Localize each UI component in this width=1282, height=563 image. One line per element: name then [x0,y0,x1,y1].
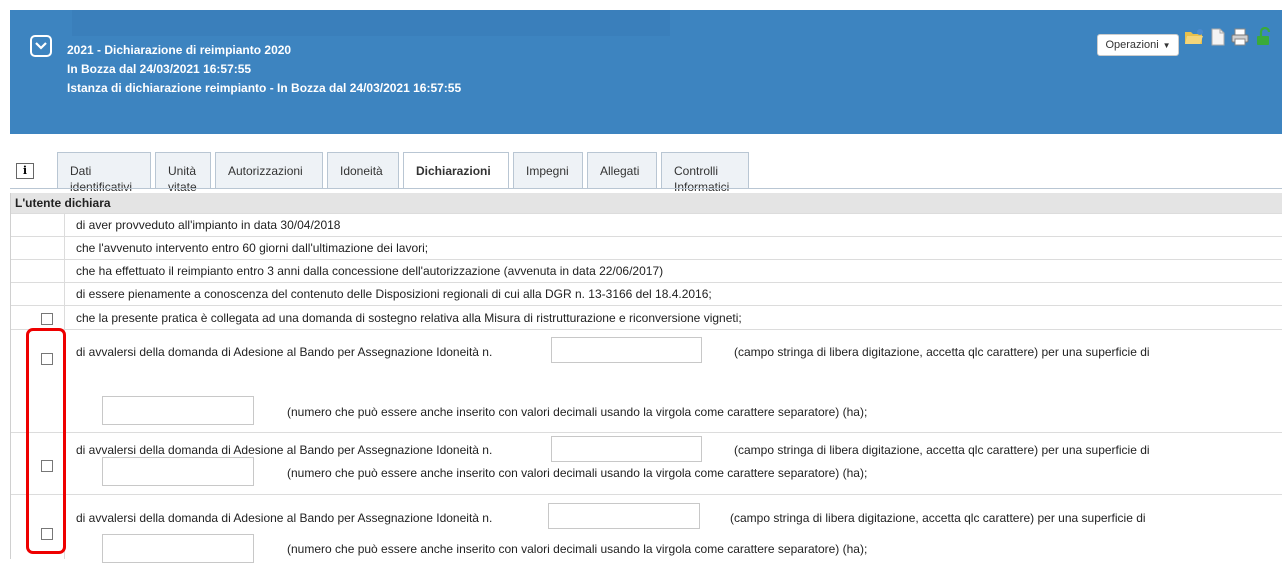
row-text: di aver provveduto all'impianto in data … [76,218,341,232]
table-row: che l'avvenuto intervento entro 60 giorn… [11,236,1282,259]
print-icon[interactable] [1230,27,1250,47]
table-row: di aver provveduto all'impianto in data … [11,213,1282,236]
caret-down-icon: ▼ [1162,40,1171,50]
header-title-block: 2021 - Dichiarazione di reimpianto 2020 … [67,41,461,98]
table-row: che la presente pratica è collegata ad u… [11,305,1282,329]
idoneita-number-input[interactable] [551,436,702,462]
tab-label: Allegati [600,164,640,178]
collapse-toggle-icon[interactable] [30,35,52,57]
header-subtitle: Istanza di dichiarazione reimpianto - In… [67,81,462,95]
checkbox-highlight-box [26,328,66,554]
superficie-input[interactable] [102,457,254,486]
table-row: di essere pienamente a conoscenza del co… [11,282,1282,305]
tab-label: Autorizzazioni [228,164,303,178]
checkbox-cell [11,214,65,236]
tab-idoneita[interactable]: Idoneità [327,152,399,188]
tab-impegni[interactable]: Impegni [513,152,583,188]
adesione-text: di avvalersi della domanda di Adesione a… [76,511,493,525]
row-text: che ha effettuato il reimpianto entro 3 … [76,264,664,278]
adesione-hint: (campo stringa di libera digitazione, ac… [734,345,1150,359]
tab-label-line1: Unità [168,164,197,178]
superficie-input[interactable] [102,396,254,425]
tab-unita-vitate[interactable]: Unità vitate [155,152,211,194]
checkbox-cell [11,237,65,259]
tab-label-line1: Dati [70,164,92,178]
superficie-hint: (numero che può essere anche inserito co… [287,466,868,480]
tab-divider [10,188,1282,189]
adesione-text: di avvalersi della domanda di Adesione a… [76,345,493,359]
operations-label: Operazioni [1105,39,1159,51]
tab-label: Impegni [526,164,569,178]
checkbox[interactable] [41,313,53,325]
row-text: che la presente pratica è collegata ad u… [76,311,742,325]
idoneita-number-input[interactable] [551,337,702,363]
header-title: 2021 - Dichiarazione di reimpianto 2020 [67,43,292,57]
document-icon[interactable] [1208,27,1228,47]
row-text: di essere pienamente a conoscenza del co… [76,287,712,301]
tab-label: Dichiarazioni [416,164,491,178]
checkbox-cell [11,260,65,282]
folder-open-icon[interactable] [1184,27,1204,47]
adesione-text: di avvalersi della domanda di Adesione a… [76,443,493,457]
header-status: In Bozza dal 24/03/2021 16:57:55 [67,62,252,76]
checkbox-cell [11,306,65,329]
unlock-icon[interactable] [1254,27,1274,47]
header-topbar [72,10,670,36]
table-row: che ha effettuato il reimpianto entro 3 … [11,259,1282,282]
table-header: L'utente dichiara [11,193,1282,213]
page-header: 2021 - Dichiarazione di reimpianto 2020 … [10,10,1282,134]
row-text: che l'avvenuto intervento entro 60 giorn… [76,241,429,255]
tab-controlli-informatici[interactable]: Controlli Informatici [661,152,749,194]
checkbox-cell [11,283,65,305]
tab-dati-identificativi[interactable]: Dati identificativi [57,152,151,194]
tab-allegati[interactable]: Allegati [587,152,657,188]
superficie-hint: (numero che può essere anche inserito co… [287,405,868,419]
operations-dropdown-button[interactable]: Operazioni ▼ [1097,34,1179,56]
idoneita-number-input[interactable] [548,503,700,529]
adesione-hint: (campo stringa di libera digitazione, ac… [734,443,1150,457]
tab-label: Idoneità [340,164,383,178]
tab-autorizzazioni[interactable]: Autorizzazioni [215,152,323,188]
adesione-hint: (campo stringa di libera digitazione, ac… [730,511,1146,525]
info-icon[interactable]: i [16,163,34,179]
superficie-hint: (numero che può essere anche inserito co… [287,542,868,556]
tab-dichiarazioni[interactable]: Dichiarazioni [403,152,509,189]
tab-label-line1: Controlli [674,164,719,178]
